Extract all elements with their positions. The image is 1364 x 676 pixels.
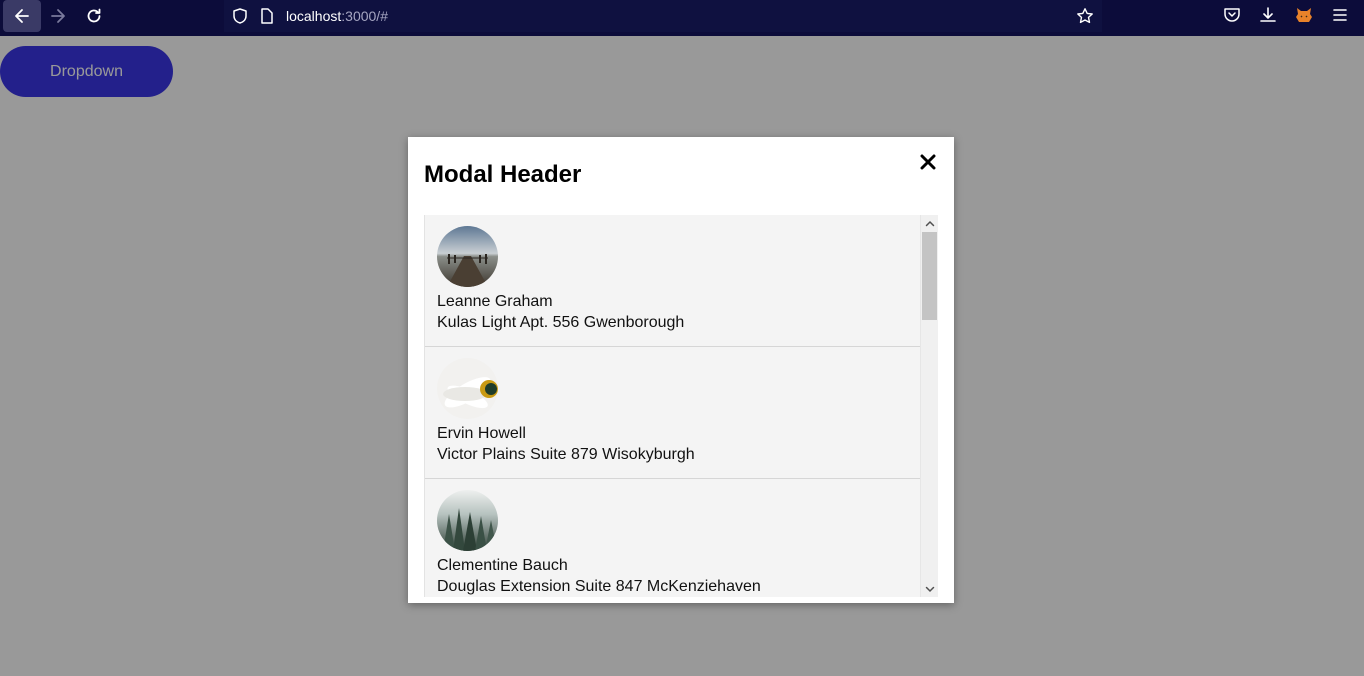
avatar (437, 226, 498, 287)
list-item[interactable]: Clementine Bauch Douglas Extension Suite… (425, 479, 920, 597)
user-address: Kulas Light Apt. 556 Gwenborough (437, 314, 685, 331)
page-icon (261, 8, 273, 24)
close-button[interactable] (916, 150, 940, 174)
avatar (437, 358, 498, 419)
user-list-container[interactable]: Leanne Graham Kulas Light Apt. 556 Gwenb… (424, 215, 938, 597)
close-icon (920, 154, 936, 170)
url-host: localhost (286, 8, 342, 24)
download-icon[interactable] (1259, 6, 1277, 24)
user-list: Leanne Graham Kulas Light Apt. 556 Gwenb… (424, 215, 920, 597)
pier-photo-image (437, 226, 498, 287)
chevron-up-icon (925, 220, 934, 226)
scroll-up-button[interactable] (921, 215, 938, 232)
forward-button[interactable] (39, 0, 77, 32)
bookmark-star-icon[interactable] (1076, 7, 1094, 25)
list-item[interactable]: Ervin Howell Victor Plains Suite 879 Wis… (425, 347, 920, 479)
url-text[interactable]: localhost:3000/# (286, 0, 388, 32)
daisy-photo-image (437, 358, 498, 419)
forest-photo-image (437, 490, 498, 551)
back-button[interactable] (3, 0, 41, 32)
extension-fox-icon[interactable] (1295, 6, 1313, 24)
browser-toolbar: localhost:3000/# (0, 0, 1364, 36)
reload-icon (87, 8, 101, 23)
user-name: Ervin Howell (437, 425, 526, 442)
scroll-thumb[interactable] (922, 232, 937, 320)
list-scrollbar[interactable] (920, 215, 938, 597)
scroll-down-button[interactable] (921, 580, 938, 597)
user-address: Douglas Extension Suite 847 McKenziehave… (437, 578, 761, 595)
shield-icon[interactable] (231, 7, 249, 25)
list-item[interactable]: Leanne Graham Kulas Light Apt. 556 Gwenb… (425, 215, 920, 347)
user-name: Clementine Bauch (437, 557, 568, 574)
modal-title: Modal Header (424, 161, 582, 188)
forward-icon (51, 9, 65, 23)
avatar (437, 490, 498, 551)
menu-icon[interactable] (1331, 6, 1349, 24)
modal-dialog: Modal Header Leanne Graham Kulas Light A… (408, 137, 954, 603)
pocket-icon[interactable] (1223, 6, 1241, 24)
chevron-down-icon (925, 586, 934, 592)
url-path: :3000/# (341, 8, 388, 24)
user-address: Victor Plains Suite 879 Wisokyburgh (437, 446, 695, 463)
reload-button[interactable] (75, 0, 113, 32)
address-bar[interactable]: localhost:3000/# (224, 0, 1102, 32)
user-name: Leanne Graham (437, 293, 553, 310)
back-icon (15, 9, 29, 23)
